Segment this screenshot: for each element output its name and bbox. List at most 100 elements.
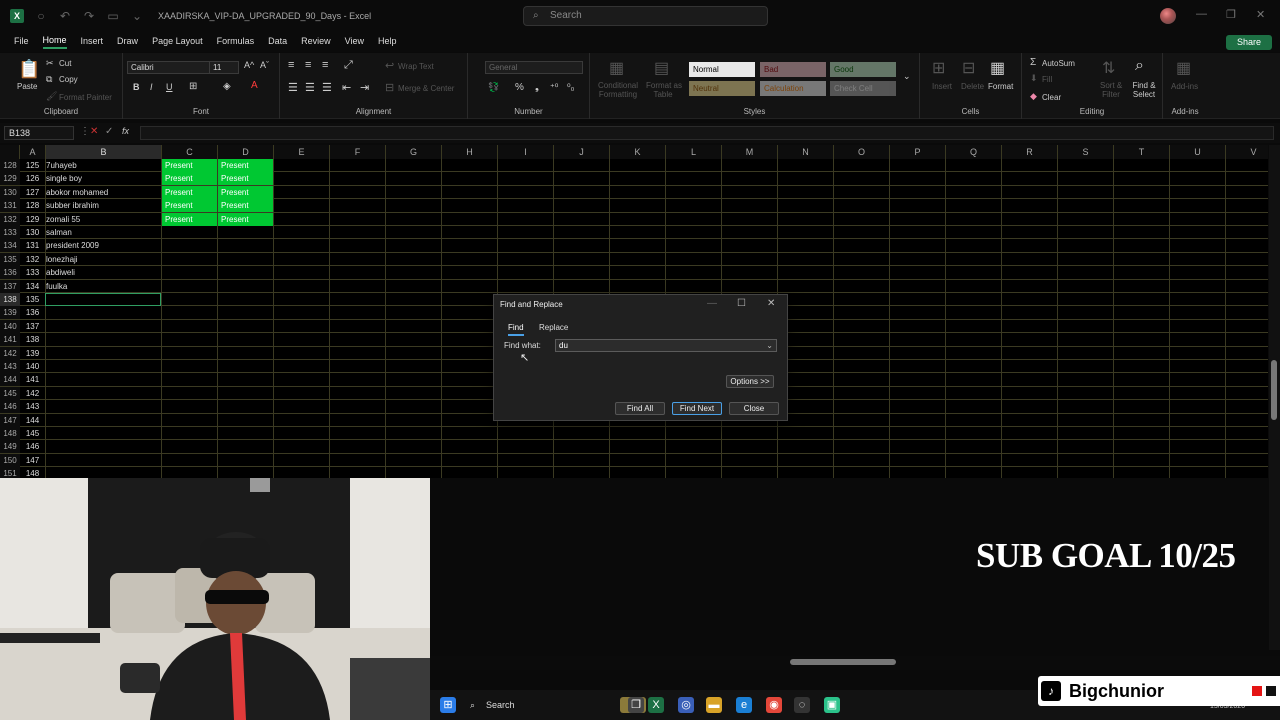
table-row[interactable]: 130 127 abokor mohamed Present Present — [0, 185, 1268, 200]
column-header-a[interactable]: A — [20, 145, 46, 159]
cell-c-status[interactable]: Present — [162, 199, 217, 213]
cell-style-calculation[interactable]: Calculation — [760, 81, 826, 96]
percent-icon[interactable]: % — [515, 82, 524, 93]
cell-b[interactable] — [46, 427, 160, 440]
column-header-h[interactable]: H — [442, 145, 498, 159]
enter-icon[interactable]: ✓ — [105, 126, 113, 137]
row-number[interactable]: 133 — [0, 226, 20, 239]
column-header-c[interactable]: C — [162, 145, 218, 159]
row-number[interactable]: 139 — [0, 306, 20, 320]
column-header-e[interactable]: E — [274, 145, 330, 159]
cell-b[interactable]: salman — [46, 226, 160, 239]
redo-icon[interactable]: ↷ — [82, 9, 96, 23]
find-select-button[interactable]: Find & Select — [1130, 81, 1158, 99]
underline-button[interactable]: U — [166, 82, 173, 92]
dialog-minimize-icon[interactable]: — — [707, 298, 717, 309]
bold-button[interactable]: B — [133, 82, 140, 92]
cell-b[interactable] — [46, 400, 160, 413]
excel-taskbar-icon[interactable]: X — [648, 697, 664, 713]
cut-button[interactable]: Cut — [59, 59, 71, 68]
align-top-icon[interactable]: ≡ — [288, 59, 294, 71]
cell-c-status[interactable]: Present — [162, 212, 217, 226]
row-number[interactable]: 132 — [0, 212, 20, 226]
cell-c-status[interactable]: Present — [162, 185, 217, 199]
chrome-icon[interactable]: ◉ — [766, 697, 782, 713]
table-row[interactable]: 131 128 subber ibrahim Present Present — [0, 199, 1268, 213]
cell-a[interactable]: 135 — [20, 293, 45, 306]
delete-button[interactable]: Delete — [961, 82, 984, 91]
customize-icon[interactable]: ⌄ — [130, 9, 144, 23]
cell-b[interactable] — [46, 306, 160, 319]
merge-center-button[interactable]: Merge & Center — [398, 84, 454, 93]
cell-c-status[interactable]: Present — [162, 172, 217, 186]
row-number[interactable]: 140 — [0, 319, 20, 333]
cell-b[interactable]: subber ibrahim — [46, 199, 160, 212]
align-right-icon[interactable]: ☰ — [322, 81, 332, 94]
cell-a[interactable]: 129 — [20, 213, 45, 226]
addins-button[interactable]: Add-ins — [1171, 82, 1198, 91]
column-header-v[interactable]: V — [1226, 145, 1268, 159]
cell-a[interactable]: 142 — [20, 387, 45, 400]
taskbar-search[interactable]: ⌕ Search — [466, 695, 606, 715]
conditional-formatting-button[interactable]: Conditional Formatting — [596, 81, 640, 99]
file-explorer-icon[interactable]: ▬ — [706, 697, 722, 713]
close-icon[interactable]: ✕ — [1256, 8, 1265, 21]
cell-a[interactable]: 132 — [20, 253, 45, 266]
row-number[interactable]: 143 — [0, 360, 20, 373]
cell-b[interactable] — [46, 333, 160, 346]
table-row[interactable]: 136 133 abdiweli — [0, 266, 1268, 280]
horizontal-scroll-thumb[interactable] — [790, 659, 896, 665]
autosum-button[interactable]: AutoSum — [1042, 59, 1075, 68]
align-center-icon[interactable]: ☰ — [305, 81, 315, 94]
align-middle-icon[interactable]: ≡ — [305, 59, 311, 71]
row-number[interactable]: 146 — [0, 400, 20, 414]
row-number[interactable]: 129 — [0, 172, 20, 186]
row-number[interactable]: 134 — [0, 239, 20, 253]
row-number[interactable]: 138 — [0, 293, 20, 306]
row-number[interactable]: 144 — [0, 373, 20, 387]
cell-a[interactable]: 143 — [20, 400, 45, 413]
column-header-g[interactable]: G — [386, 145, 442, 159]
copy-button[interactable]: Copy — [59, 75, 78, 84]
share-button[interactable]: Share — [1226, 35, 1272, 50]
table-row[interactable]: 148 145 — [0, 427, 1268, 441]
insert-button[interactable]: Insert — [932, 82, 952, 91]
increase-decimal-icon[interactable]: ⁺⁰ — [550, 82, 558, 93]
decrease-indent-icon[interactable]: ⇤ — [342, 81, 351, 94]
tab-draw[interactable]: Draw — [117, 36, 138, 48]
column-header-r[interactable]: R — [1002, 145, 1058, 159]
obs-icon[interactable]: ◌ — [794, 697, 810, 713]
windows-start-icon[interactable]: ⊞ — [440, 697, 456, 713]
task-view-icon[interactable]: ❐ — [628, 697, 644, 713]
undo-icon[interactable]: ↶ — [58, 9, 72, 23]
italic-button[interactable]: I — [150, 82, 153, 92]
maximize-icon[interactable]: ❐ — [1226, 8, 1236, 21]
cell-style-normal[interactable]: Normal — [689, 62, 755, 77]
table-row[interactable]: 151 148 — [0, 467, 1268, 478]
tab-page-layout[interactable]: Page Layout — [152, 36, 203, 48]
cell-a[interactable]: 125 — [20, 159, 45, 172]
find-all-button[interactable]: Find All — [615, 402, 665, 415]
number-format-select[interactable]: General — [485, 61, 583, 74]
tab-home[interactable]: Home — [42, 35, 67, 49]
find-what-input[interactable]: du ⌄ — [555, 339, 777, 352]
insert-function-icon[interactable]: fx — [122, 126, 129, 136]
cell-d-status[interactable]: Present — [218, 199, 273, 213]
accounting-icon[interactable]: 💱 — [488, 82, 499, 93]
fill-button[interactable]: Fill — [1042, 75, 1052, 84]
cell-b[interactable]: abokor mohamed — [46, 186, 160, 199]
cell-b[interactable]: zomali 55 — [46, 213, 160, 226]
cell-b[interactable]: lonezhaji — [46, 253, 160, 266]
cell-b[interactable]: president 2009 — [46, 239, 160, 252]
cell-b[interactable] — [46, 454, 160, 467]
cell-d-status[interactable]: Present — [218, 172, 273, 186]
minimize-icon[interactable]: — — [1196, 8, 1207, 20]
format-button[interactable]: Format — [988, 82, 1013, 91]
edge-icon[interactable]: e — [736, 697, 752, 713]
cell-b[interactable]: single boy — [46, 172, 160, 185]
row-number[interactable]: 150 — [0, 453, 20, 467]
cell-b[interactable] — [46, 414, 160, 427]
column-header-f[interactable]: F — [330, 145, 386, 159]
tab-data[interactable]: Data — [268, 36, 287, 48]
cell-a[interactable]: 144 — [20, 414, 45, 427]
